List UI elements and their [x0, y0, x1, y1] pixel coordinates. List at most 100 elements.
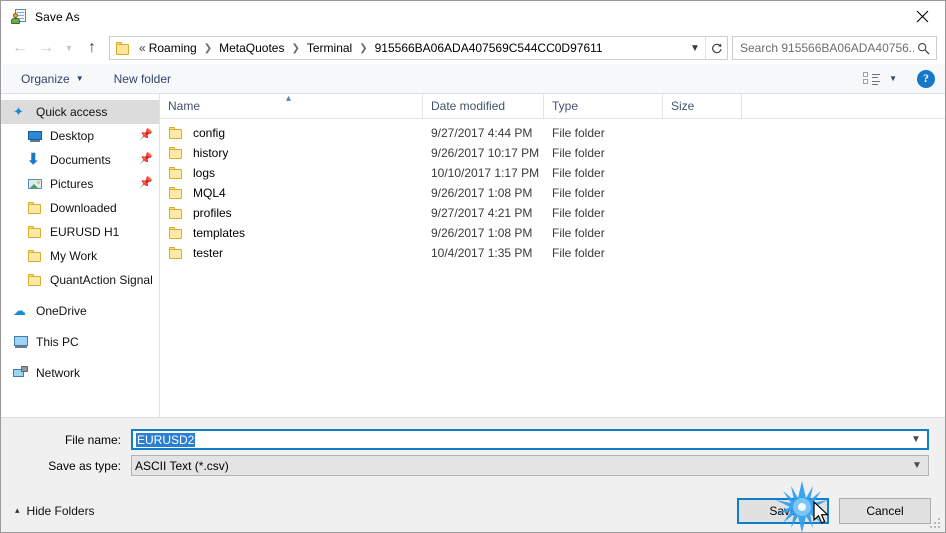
file-type: File folder: [552, 226, 605, 240]
folder-icon: [168, 165, 184, 181]
file-type: File folder: [552, 186, 605, 200]
file-name: MQL4: [193, 186, 226, 200]
title-bar: Save As: [1, 1, 945, 32]
file-name: config: [193, 126, 226, 140]
folder-icon: [168, 185, 184, 201]
pin-icon[interactable]: 📌: [139, 129, 153, 142]
sort-ascending-icon: ▴: [286, 92, 292, 104]
sidebar-item-pictures[interactable]: Pictures 📌: [1, 172, 159, 196]
column-header-type[interactable]: Type: [544, 93, 663, 119]
file-name-input[interactable]: EURUSD2 ▼: [131, 429, 929, 450]
breadcrumb-item-terminal[interactable]: Terminal: [305, 41, 354, 55]
breadcrumb-item-roaming[interactable]: Roaming: [147, 41, 199, 55]
sidebar-item-eurusd-h1[interactable]: EURUSD H1: [1, 220, 159, 244]
column-header-date-modified[interactable]: Date modified: [423, 93, 544, 119]
table-row[interactable]: tester 10/4/2017 1:35 PM File folder: [160, 243, 945, 263]
file-type-select[interactable]: ASCII Text (*.csv) ▼: [131, 455, 929, 476]
sidebar-item-label: My Work: [50, 249, 98, 263]
organize-button[interactable]: Organize ▼: [15, 69, 90, 89]
pin-icon[interactable]: 📌: [139, 153, 153, 166]
folder-icon: [168, 145, 184, 161]
column-header-size[interactable]: Size: [663, 93, 742, 119]
cancel-button[interactable]: Cancel: [839, 497, 931, 524]
column-header-name[interactable]: Name ▴: [160, 92, 423, 119]
sidebar-item-label: This PC: [36, 335, 79, 349]
sidebar-item-label: Quick access: [36, 105, 108, 119]
sidebar-item-downloaded[interactable]: Downloaded: [1, 196, 159, 220]
change-view-button[interactable]: ▼: [857, 69, 903, 89]
chevron-down-icon[interactable]: ▼: [905, 434, 927, 445]
breadcrumb: « Roaming ❯ MetaQuotes ❯ Terminal ❯ 9155…: [137, 41, 685, 55]
sidebar-item-my-work[interactable]: My Work: [1, 244, 159, 268]
folder-icon: [168, 125, 184, 141]
pin-icon[interactable]: 📌: [139, 177, 153, 190]
table-row[interactable]: profiles 9/27/2017 4:21 PM File folder: [160, 203, 945, 223]
window-title: Save As: [35, 9, 80, 24]
new-folder-label: New folder: [113, 71, 171, 86]
sidebar-item-quantaction-signal[interactable]: QuantAction Signal: [1, 268, 159, 292]
address-bar[interactable]: « Roaming ❯ MetaQuotes ❯ Terminal ❯ 9155…: [109, 36, 728, 60]
breadcrumb-overflow[interactable]: «: [137, 41, 147, 55]
organize-label: Organize: [21, 71, 70, 86]
table-row[interactable]: logs 10/10/2017 1:17 PM File folder: [160, 163, 945, 183]
save-as-icon: [11, 8, 27, 25]
file-name: tester: [193, 246, 224, 260]
file-date: 10/10/2017 1:17 PM: [431, 166, 540, 180]
column-header-label: Size: [671, 99, 695, 113]
resize-grip-icon[interactable]: [930, 518, 942, 530]
up-button[interactable]: ↑: [79, 35, 105, 61]
column-headers: Name ▴ Date modified Type Size: [160, 92, 945, 119]
close-icon[interactable]: [899, 1, 945, 32]
file-name-label: File name:: [64, 432, 121, 447]
sidebar-item-documents[interactable]: ⬇ Documents 📌: [1, 148, 159, 172]
sidebar-item-label: Documents: [50, 153, 111, 167]
sidebar-item-label: Downloaded: [50, 201, 117, 215]
folder-icon: [27, 224, 43, 240]
folder-icon: [168, 205, 184, 221]
network-icon: [13, 365, 29, 381]
new-folder-button[interactable]: New folder: [108, 69, 177, 89]
forward-button[interactable]: →: [33, 35, 59, 61]
arrow-right-icon: →: [38, 39, 54, 56]
dialog-body: ✦ Quick access Desktop 📌 ⬇ Documents 📌 P…: [1, 92, 945, 417]
sidebar-item-label: OneDrive: [36, 304, 87, 318]
file-name: history: [193, 146, 229, 160]
file-type: File folder: [552, 126, 605, 140]
arrow-left-icon: ←: [12, 39, 28, 56]
recent-locations-button[interactable]: ▼: [59, 35, 79, 61]
breadcrumb-separator-icon: ❯: [203, 42, 213, 54]
column-header-label: Date modified: [431, 99, 506, 113]
address-dropdown-icon[interactable]: ▼: [685, 37, 705, 59]
pictures-icon: [27, 176, 43, 192]
chevron-down-icon[interactable]: ▼: [906, 460, 928, 471]
file-type: File folder: [552, 166, 605, 180]
refresh-icon[interactable]: [705, 37, 727, 59]
breadcrumb-item-guid[interactable]: 915566BA06ADA407569C544CC0D97611: [373, 41, 605, 55]
column-header-label: Name: [168, 99, 201, 113]
breadcrumb-item-metaquotes[interactable]: MetaQuotes: [217, 41, 286, 55]
table-row[interactable]: history 9/26/2017 10:17 PM File folder: [160, 143, 945, 163]
search-input[interactable]: Search 915566BA06ADA40756...: [740, 41, 914, 55]
file-type-value: ASCII Text (*.csv): [135, 458, 229, 473]
sidebar-item-this-pc[interactable]: This PC: [1, 330, 159, 354]
sidebar-item-onedrive[interactable]: ☁ OneDrive: [1, 299, 159, 323]
file-date: 9/26/2017 1:08 PM: [431, 186, 533, 200]
search-box[interactable]: Search 915566BA06ADA40756...: [732, 36, 937, 60]
file-name-cell: templates: [160, 225, 423, 241]
chevron-down-icon: ▼: [889, 74, 897, 83]
chevron-down-icon: ▼: [75, 74, 84, 83]
hide-folders-button[interactable]: ▴ Hide Folders: [15, 504, 95, 518]
navigation-bar: ← → ▼ ↑ « Roaming ❯ MetaQuotes ❯ Termina…: [1, 32, 945, 64]
sidebar-item-network[interactable]: Network: [1, 361, 159, 385]
file-date: 10/4/2017 1:35 PM: [431, 246, 533, 260]
sidebar-item-desktop[interactable]: Desktop 📌: [1, 124, 159, 148]
help-icon[interactable]: ?: [917, 69, 935, 88]
save-button[interactable]: Save: [737, 497, 829, 524]
table-row[interactable]: config 9/27/2017 4:44 PM File folder: [160, 123, 945, 143]
arrow-up-icon: ↑: [88, 39, 96, 56]
back-button[interactable]: ←: [7, 35, 33, 61]
table-row[interactable]: MQL4 9/26/2017 1:08 PM File folder: [160, 183, 945, 203]
table-row[interactable]: templates 9/26/2017 1:08 PM File folder: [160, 223, 945, 243]
sidebar-item-quick-access[interactable]: ✦ Quick access: [1, 100, 159, 124]
onedrive-cloud-icon: ☁: [13, 303, 26, 318]
